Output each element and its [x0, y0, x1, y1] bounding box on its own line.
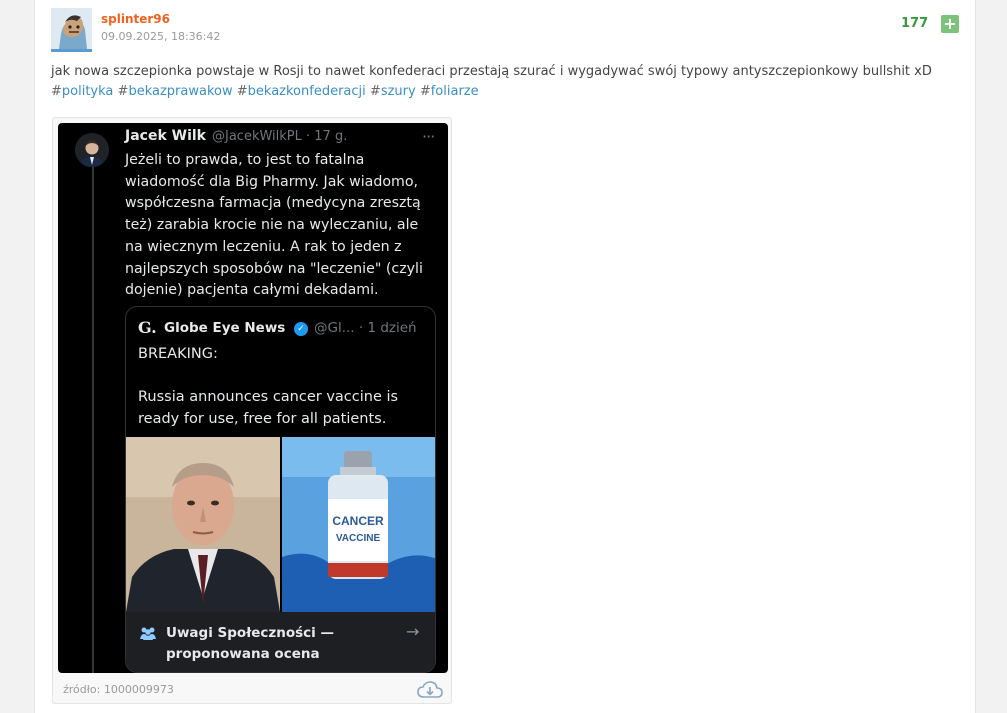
post-card: splinter96 09.09.2025, 18:36:42 177 + ja… [34, 0, 976, 713]
post-body: jak nowa szczepionka powstaje w Rosji to… [51, 62, 961, 102]
post-text: jak nowa szczepionka powstaje w Rosji to… [51, 64, 932, 79]
more-options-icon: ··· [422, 127, 435, 146]
community-note-line: Uwagi Społeczności — [166, 625, 334, 641]
arrow-right-icon: → [406, 622, 420, 641]
vote-count: 177 [901, 16, 929, 31]
tag-list: #polityka #bekazprawakow #bekazkonfedera… [51, 82, 961, 102]
embed-container: Jacek Wilk @JacekWilkPL · 17 g. ··· Jeże… [52, 117, 452, 704]
hash-sign: # [117, 84, 129, 99]
vaccine-vial-photo: CANCER VACCINE [282, 437, 435, 612]
upvote-button[interactable]: + [941, 15, 959, 33]
quoted-tweet: G. Globe Eye News ✓ @Gl... · 1 dzień BRE… [125, 306, 436, 673]
embed-source[interactable]: źródło: 1000009973 [63, 683, 174, 696]
tag-link[interactable]: szury [381, 84, 416, 99]
user-avatar[interactable] [51, 8, 92, 52]
tweet-line: też) zarabia krocie nie na wyleczaniu, a… [125, 217, 419, 234]
tweet-author-name: Jacek Wilk [125, 128, 206, 144]
hash-sign: # [369, 84, 381, 99]
community-icon [139, 626, 157, 644]
putin-photo [126, 437, 280, 612]
verified-badge-icon: ✓ [294, 322, 308, 336]
community-note-text: Uwagi Społeczności — proponowana ocena [166, 623, 396, 665]
author-name[interactable]: splinter96 [101, 12, 170, 26]
quoted-handle: @Gl... · 1 dzień [314, 320, 417, 336]
tweet-profile-picture [75, 133, 109, 167]
thread-line [92, 167, 94, 673]
tag-link[interactable]: bekazkonfederacji [248, 84, 366, 99]
globe-eye-logo-icon: G. [138, 318, 157, 337]
tag-link[interactable]: polityka [62, 84, 114, 99]
tweet-line: Jeżeli to prawda, to jest to fatalna [125, 152, 365, 168]
tweet-line: najlepszych sposobów na "leczenie" (czyl… [125, 260, 423, 277]
tweet-line: współczesna farmacja (medycyna zresztą [125, 195, 421, 212]
hash-sign: # [419, 84, 431, 99]
quoted-text: BREAKING: Russia announces cancer vaccin… [138, 346, 399, 427]
tweet-line: na wiecznym leczeniu. A rak to jeden z [125, 238, 402, 255]
quoted-author-name: Globe Eye News [164, 320, 286, 336]
vial-label-vaccine: VACCINE [336, 533, 381, 544]
hash-sign: # [236, 84, 248, 99]
tweet-text: Jeżeli to prawda, to jest to fatalna wia… [125, 150, 445, 302]
tweet-line: wiadomość dla Big Pharmy. Jak wiadomo, [125, 173, 419, 190]
tag-link[interactable]: bekazprawakow [128, 84, 232, 99]
embedded-screenshot[interactable]: Jacek Wilk @JacekWilkPL · 17 g. ··· Jeże… [58, 123, 448, 673]
cloud-download-icon[interactable] [417, 681, 443, 699]
tweet-handle: @JacekWilkPL · 17 g. [212, 129, 348, 144]
hash-sign: # [51, 84, 62, 99]
post-timestamp[interactable]: 09.09.2025, 18:36:42 [101, 30, 220, 43]
tweet-line: dojenie) pacjenta całymi dekadami. [125, 282, 379, 299]
community-note-line: proponowana ocena [166, 646, 320, 662]
vial-label-cancer: CANCER [332, 514, 384, 528]
tag-link[interactable]: foliarze [431, 84, 479, 99]
community-note-bar: Uwagi Społeczności — proponowana ocena → [126, 612, 435, 672]
